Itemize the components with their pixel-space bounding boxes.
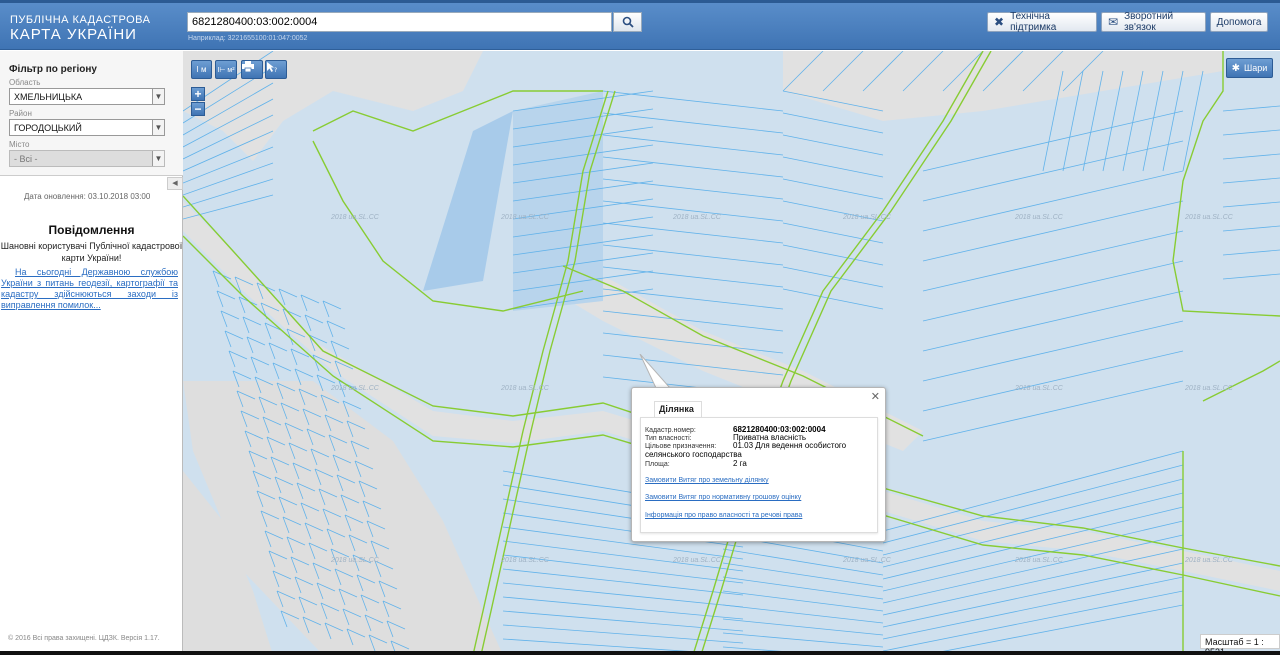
envelope-icon: ✉ xyxy=(1108,15,1119,29)
feedback-button[interactable]: ✉ Зворотний зв'язок xyxy=(1101,11,1206,33)
order-valuation-link[interactable]: Замовити Витяг про нормативну грошову оц… xyxy=(645,494,801,501)
watermark: 2018 ua.SL.CC xyxy=(331,557,379,564)
update-date: Дата оновлення: 03.10.2018 03:00 xyxy=(24,192,151,201)
watermark: 2018 ua.SL.CC xyxy=(673,214,721,221)
gear-icon: ✱ xyxy=(1231,62,1241,74)
search-button[interactable] xyxy=(613,12,642,32)
layers-label: Шари xyxy=(1244,63,1268,73)
watermark: 2018 ua.SL.CC xyxy=(843,557,891,564)
region-value: ХМЕЛЬНИЦЬКА xyxy=(14,92,83,102)
region-filter: Фільтр по регіону Область ХМЕЛЬНИЦЬКА ▼ … xyxy=(0,51,183,176)
watermark: 2018 ua.SL.CC xyxy=(1185,214,1233,221)
city-value: - Всі - xyxy=(14,154,38,164)
zoom-out-button[interactable]: − xyxy=(191,102,205,116)
order-extract-link[interactable]: Замовити Витяг про земельну ділянку xyxy=(645,477,769,484)
close-icon[interactable]: ✕ xyxy=(871,390,880,403)
row-label: Площа: xyxy=(645,461,670,468)
bottom-bar xyxy=(0,651,1280,655)
feedback-label: Зворотний зв'язок xyxy=(1124,11,1174,33)
city-label: Місто xyxy=(9,140,30,149)
tech-support-label: Технічна підтримка xyxy=(1010,11,1057,33)
region-select[interactable]: ХМЕЛЬНИЦЬКА ▼ xyxy=(9,88,165,105)
help-label: Допомога xyxy=(1216,16,1262,28)
tools-icon: ✖ xyxy=(994,15,1005,29)
cadastral-search-input[interactable]: 6821280400:03:002:0004 xyxy=(187,12,612,32)
pointer-help-icon: ? xyxy=(267,62,277,73)
search-hint: Наприклад: 3221655100:01:047:0052 xyxy=(188,35,308,42)
area-icon: I⊢ м² xyxy=(217,66,235,74)
logo[interactable]: ПУБЛІЧНА КАДАСТРОВА КАРТА УКРАЇНИ xyxy=(10,14,150,43)
logo-line1: ПУБЛІЧНА КАДАСТРОВА xyxy=(10,14,151,26)
zoom-in-button[interactable]: + xyxy=(191,87,205,101)
watermark: 2018 ua.SL.CC xyxy=(1015,557,1063,564)
watermark: 2018 ua.SL.CC xyxy=(501,385,549,392)
watermark: 2018 ua.SL.CC xyxy=(501,214,549,221)
tech-support-button[interactable]: ✖ Технічна підтримка xyxy=(987,11,1097,33)
popup-tab-parcel[interactable]: Ділянка xyxy=(654,401,702,417)
watermark: 2018 ua.SL.CC xyxy=(673,557,721,564)
district-label: Район xyxy=(9,109,32,118)
collapse-panel-button[interactable]: ◀ xyxy=(167,177,183,190)
chevron-down-icon: ▼ xyxy=(152,120,164,135)
notice-greeting: Шановні користувачі Публічної кадастрово… xyxy=(0,241,183,263)
svg-text:?: ? xyxy=(274,67,277,73)
row-area: Площа: 2 га xyxy=(645,460,747,469)
chevron-down-icon: ▼ xyxy=(152,89,164,104)
ownership-info-link[interactable]: Інформація про право власності та речові… xyxy=(645,512,802,519)
notice-title: Повідомлення xyxy=(48,223,135,237)
header: ПУБЛІЧНА КАДАСТРОВА КАРТА УКРАЇНИ 682128… xyxy=(0,0,1280,50)
watermark: 2018 ua.SL.CC xyxy=(331,214,379,221)
logo-line2: КАРТА УКРАЇНИ xyxy=(10,26,137,43)
layers-button[interactable]: ✱ Шари xyxy=(1226,58,1273,78)
region-label: Область xyxy=(9,78,41,87)
district-select[interactable]: ГОРОДОЦЬКИЙ ▼ xyxy=(9,119,165,136)
top-line xyxy=(0,0,1280,3)
measure-distance-button[interactable]: I м xyxy=(191,60,212,79)
print-button[interactable] xyxy=(241,60,263,79)
print-icon xyxy=(242,61,254,72)
help-button[interactable]: Допомога xyxy=(1210,12,1268,32)
watermark: 2018 ua.SL.CC xyxy=(1185,557,1233,564)
measure-area-button[interactable]: I⊢ м² xyxy=(215,60,237,79)
watermark: 2018 ua.SL.CC xyxy=(1015,214,1063,221)
side-panel: Фільтр по регіону Область ХМЕЛЬНИЦЬКА ▼ … xyxy=(0,51,183,655)
watermark: 2018 ua.SL.CC xyxy=(1185,385,1233,392)
ruler-icon: I м xyxy=(196,65,207,74)
city-select[interactable]: - Всі - ▼ xyxy=(9,150,165,167)
copyright: © 2016 Всі права захищені. ЦДЗК. Версія … xyxy=(8,635,160,642)
notice-link[interactable]: На сьогодні Державною службою України з … xyxy=(1,267,178,311)
watermark: 2018 ua.SL.CC xyxy=(843,214,891,221)
row-value: 2 га xyxy=(733,459,747,468)
map-scale: Масштаб = 1 : 9531 xyxy=(1200,634,1280,655)
watermark: 2018 ua.SL.CC xyxy=(331,385,379,392)
row-purpose: Цільове призначення: 01.03 Для ведення ос… xyxy=(645,442,873,460)
filter-title: Фільтр по регіону xyxy=(9,64,97,75)
watermark: 2018 ua.SL.CC xyxy=(501,557,549,564)
map-canvas[interactable] xyxy=(183,51,1280,655)
map-view[interactable]: 2018 ua.SL.CC 2018 ua.SL.CC 2018 ua.SL.C… xyxy=(183,51,1280,655)
chevron-down-icon: ▼ xyxy=(152,151,164,166)
parcel-info-popup: ✕ Ділянка Кадастр.номер: 6821280400:03:00… xyxy=(631,387,886,542)
watermark: 2018 ua.SL.CC xyxy=(1015,385,1063,392)
identify-button[interactable]: ? xyxy=(265,60,287,79)
search-icon xyxy=(622,16,634,28)
district-value: ГОРОДОЦЬКИЙ xyxy=(14,123,82,133)
popup-body: Кадастр.номер: 6821280400:03:002:0004 Тип… xyxy=(640,417,878,533)
